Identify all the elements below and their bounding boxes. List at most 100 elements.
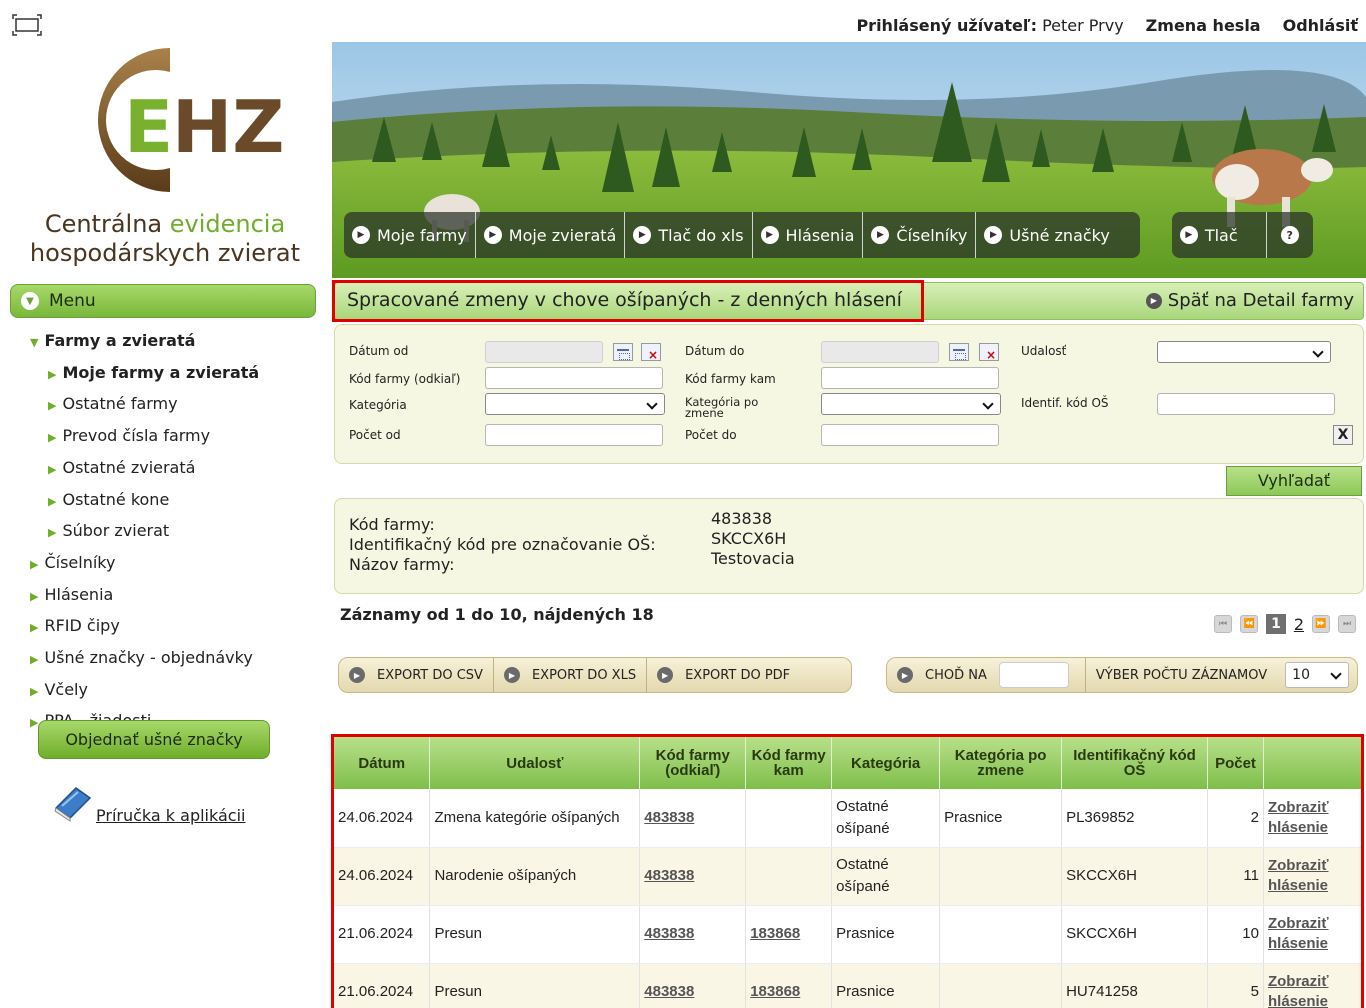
nav-ostatne-zvierata[interactable]: ▶ Ostatné zvieratá — [30, 453, 320, 485]
category-after-label: Kategória po zmene — [685, 395, 759, 420]
col-pocet[interactable]: Počet — [1207, 737, 1264, 789]
play-icon: ▶ — [657, 667, 674, 683]
order-ear-tags-button[interactable]: Objednať ušné značky — [38, 720, 270, 759]
col-kod-kam[interactable]: Kód farmy kam — [745, 737, 833, 789]
svg-text:E: E — [124, 85, 173, 169]
clear-filter-button[interactable]: X — [1333, 425, 1353, 445]
cell-farm-from-link[interactable]: 483838 — [639, 905, 747, 964]
col-ident[interactable]: Identifikačný kód OŠ — [1061, 737, 1208, 789]
nav-farmy-a-zvierata[interactable]: ▼ Farmy a zvieratá — [30, 326, 320, 358]
table-header-row: Dátum Udalosť Kód farmy (odkiaľ) Kód far… — [334, 737, 1361, 789]
cell-category-after: Prasnice — [939, 789, 1063, 848]
nav-prevod-cisla[interactable]: ▶ Prevod čísla farmy — [30, 421, 320, 453]
help-button[interactable]: ? — [1267, 212, 1313, 258]
page-2-link[interactable]: 2 — [1294, 615, 1304, 634]
play-icon: ▶ — [897, 667, 913, 683]
cell-farm-from-link[interactable]: 483838 — [639, 789, 747, 848]
cell-count: 5 — [1207, 963, 1264, 1008]
nav-btn-usne-znacky[interactable]: ▶ Ušné značky — [976, 212, 1139, 258]
ident-code-label: Identifikačný kód pre označovanie OŠ: — [349, 535, 656, 554]
col-datum[interactable]: Dátum — [334, 737, 431, 789]
cell-farm-to-link[interactable]: 183868 — [745, 905, 833, 964]
nav-ostatne-farmy[interactable]: ▶ Ostatné farmy — [30, 389, 320, 421]
nav-usne-znacky[interactable]: ▶ Ušné značky - objednávky — [30, 643, 320, 675]
calendar-icon[interactable] — [613, 343, 633, 361]
manual-link[interactable]: Príručka k aplikácii — [96, 806, 245, 825]
nav-btn-tlac-xls[interactable]: ▶ Tlač do xls — [625, 212, 753, 258]
table-row: 21.06.2024 Presun 483838 183868 Prasnice… — [334, 905, 1361, 964]
play-icon: ▶ — [760, 226, 779, 244]
date-to-input[interactable] — [821, 341, 939, 363]
show-report-link[interactable]: hlásenie — [1268, 876, 1359, 896]
farm-to-input[interactable] — [821, 367, 999, 389]
show-report-link[interactable]: Zobraziť — [1268, 972, 1359, 992]
nav-btn-ciselniky[interactable]: ▶ Číselníky — [863, 212, 977, 258]
nav-subor-zvierat[interactable]: ▶ Súbor zvierat — [30, 516, 320, 548]
clear-date-icon[interactable] — [979, 343, 999, 362]
search-button[interactable]: Vyhľadať — [1226, 466, 1362, 496]
cell-action[interactable]: Zobraziť hlásenie — [1263, 847, 1361, 906]
play-icon: ▶ — [633, 226, 652, 244]
category-after-select[interactable] — [821, 393, 1001, 415]
fullscreen-icon[interactable] — [12, 14, 42, 36]
nav-rfid[interactable]: ▶ RFID čipy — [30, 611, 320, 643]
first-page-icon[interactable]: ⏮ — [1214, 615, 1233, 633]
show-report-link[interactable]: hlásenie — [1268, 818, 1359, 838]
cell-action[interactable]: Zobraziť hlásenie — [1263, 963, 1361, 1008]
print-button[interactable]: ▶ Tlač — [1172, 212, 1267, 258]
cell-farm-from-link[interactable]: 483838 — [639, 847, 747, 906]
nav-hlasenia[interactable]: ▶ Hlásenia — [30, 580, 320, 612]
logout-link[interactable]: Odhlásiť — [1283, 16, 1358, 35]
book-icon[interactable] — [50, 782, 94, 822]
cell-action[interactable]: Zobraziť hlásenie — [1263, 905, 1361, 964]
nav-moje-farmy[interactable]: ▶ Moje farmy a zvieratá — [30, 358, 320, 390]
col-udalost[interactable]: Udalosť — [429, 737, 641, 789]
ident-code-input[interactable] — [1157, 393, 1335, 415]
menu-header[interactable]: ▼ Menu — [10, 284, 316, 318]
export-pdf-button[interactable]: ▶ EXPORT DO PDF — [647, 658, 800, 692]
next-page-icon[interactable]: ⏩ — [1312, 615, 1330, 633]
show-report-link[interactable]: Zobraziť — [1268, 798, 1359, 818]
count-to-label: Počet do — [685, 428, 737, 442]
col-kategoria-po[interactable]: Kategória po zmene — [939, 737, 1063, 789]
nav-ciselniky[interactable]: ▶ Číselníky — [30, 548, 320, 580]
cell-farm-from-link[interactable]: 483838 — [639, 963, 747, 1008]
nav-btn-moje-farmy[interactable]: ▶ Moje farmy — [344, 212, 476, 258]
page-size-select[interactable]: 10 — [1285, 662, 1350, 688]
show-report-link[interactable]: Zobraziť — [1268, 856, 1359, 876]
event-select[interactable] — [1157, 341, 1331, 363]
count-from-input[interactable] — [485, 424, 663, 446]
farm-info-panel: Kód farmy: Identifikačný kód pre označov… — [334, 498, 1364, 594]
clear-date-icon[interactable] — [641, 343, 661, 362]
nav-vcely[interactable]: ▶ Včely — [30, 675, 320, 707]
show-report-link[interactable]: Zobraziť — [1268, 914, 1359, 934]
nav-btn-hlasenia[interactable]: ▶ Hlásenia — [753, 212, 864, 258]
nav-ostatne-kone[interactable]: ▶ Ostatné kone — [30, 485, 320, 517]
last-page-icon[interactable]: ⏭ — [1338, 615, 1356, 633]
farm-from-input[interactable] — [485, 367, 663, 389]
show-report-link[interactable]: hlásenie — [1268, 934, 1359, 954]
col-kod-odkial[interactable]: Kód farmy (odkiaľ) — [639, 737, 747, 789]
prev-page-icon[interactable]: ⏪ — [1240, 615, 1259, 633]
category-select[interactable] — [485, 393, 665, 415]
nav-btn-moje-zvierata[interactable]: ▶ Moje zvieratá — [476, 212, 626, 258]
page-size-control: VÝBER POČTU ZÁZNAMOV 10 — [1086, 658, 1359, 692]
goto-page-input[interactable] — [998, 662, 1069, 688]
cell-farm-to-link[interactable]: 183868 — [745, 963, 833, 1008]
cell-farm-to-link[interactable] — [745, 789, 833, 848]
show-report-link[interactable]: hlásenie — [1268, 992, 1359, 1008]
col-kategoria[interactable]: Kategória — [831, 737, 941, 789]
back-to-farm-detail-link[interactable]: ▶ Späť na Detail farmy — [1145, 290, 1354, 311]
cell-farm-to-link[interactable] — [745, 847, 833, 906]
cell-event: Narodenie ošípaných — [429, 847, 641, 906]
triangle-right-icon: ▶ — [48, 494, 57, 508]
calendar-icon[interactable] — [949, 343, 969, 361]
change-password-link[interactable]: Zmena hesla — [1146, 16, 1261, 35]
farm-name-value: Testovacia — [711, 549, 795, 568]
export-xls-button[interactable]: ▶ EXPORT DO XLS — [494, 658, 648, 692]
cell-category-after — [939, 963, 1063, 1008]
date-from-input[interactable] — [485, 341, 603, 363]
export-csv-button[interactable]: ▶ EXPORT DO CSV — [339, 658, 494, 692]
cell-action[interactable]: Zobraziť hlásenie — [1263, 789, 1361, 848]
count-to-input[interactable] — [821, 424, 999, 446]
